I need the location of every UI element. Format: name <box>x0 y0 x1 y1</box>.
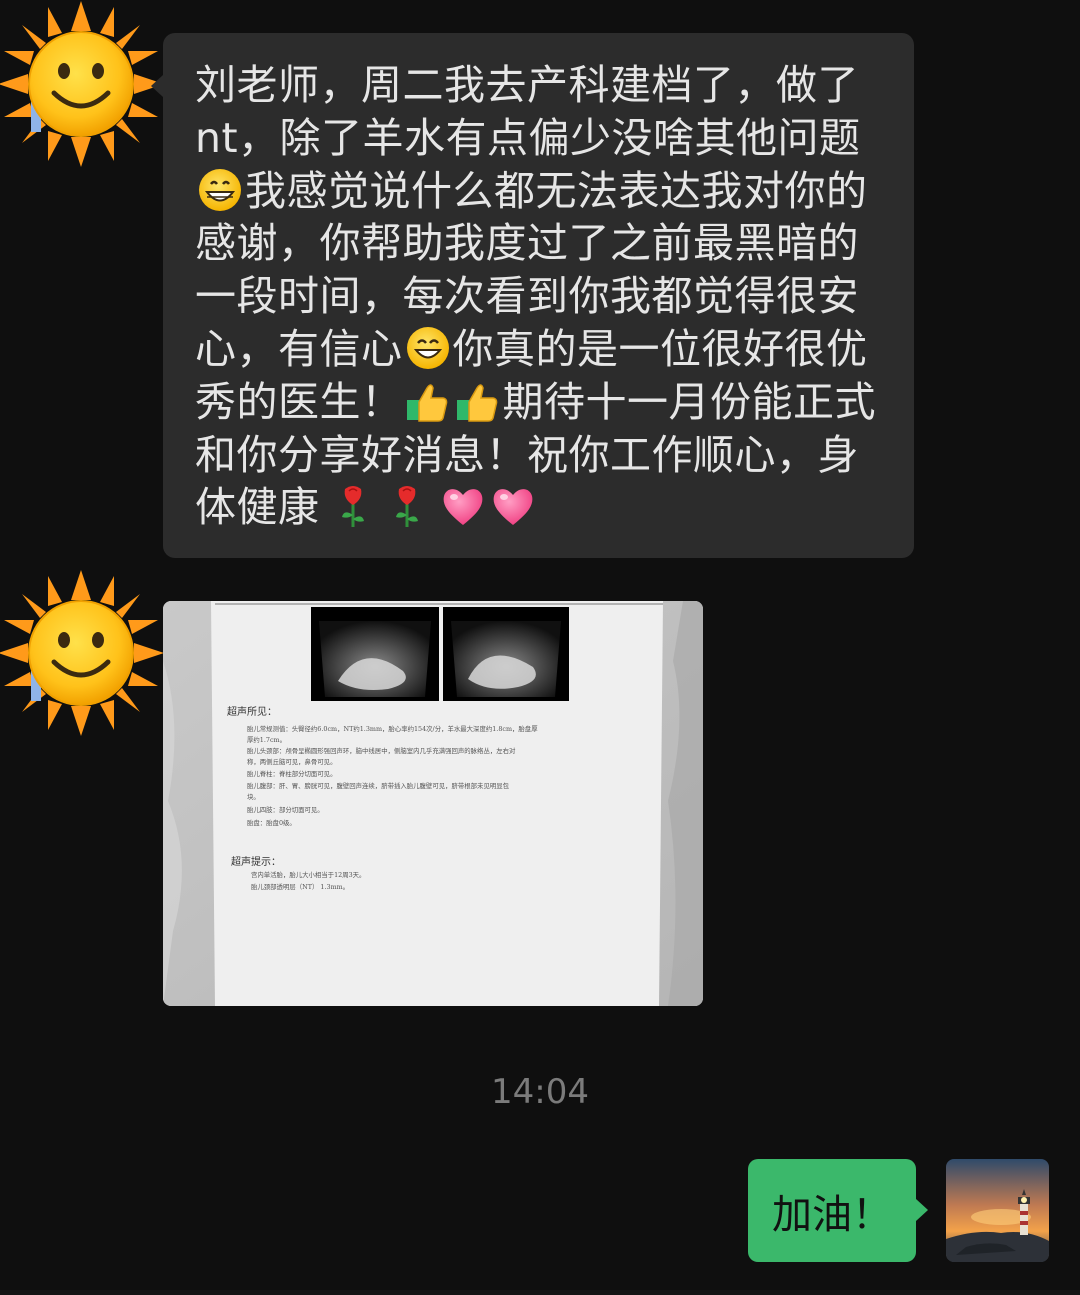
thumbs-up-icon <box>456 384 497 422</box>
findings-line: 胎儿脊柱：脊柱部分切面可见。 <box>247 769 336 778</box>
findings-line: 胎儿常规测值：头臀径约6.0cm，NT约1.3mm，胎心率约154次/分，羊水最… <box>247 724 538 733</box>
grinning-face-icon <box>199 168 241 211</box>
findings-line: 胎儿腹部：肝、胃、膀胱可见，腹壁回声连续，脐带插入胎儿腹壁可见，脐带根部未见明显… <box>247 781 510 790</box>
findings-line: 块。 <box>247 792 260 801</box>
ultrasound-report-photo: 超声所见： 胎儿常规测值：头臀径约6.0cm，NT约1.3mm，胎心率约154次… <box>163 601 703 1006</box>
smiling-face-icon <box>406 326 449 369</box>
findings-line: 称，两侧丘脑可见，鼻骨可见。 <box>247 757 336 766</box>
hints-line: 宫内单活胎，胎儿大小相当于12周3天。 <box>251 870 365 879</box>
bottom-divider <box>0 1290 1080 1295</box>
incoming-image-message[interactable]: 超声所见： 胎儿常规测值：头臀径约6.0cm，NT约1.3mm，胎心率约154次… <box>163 601 703 1006</box>
outgoing-message-text: 加油！ <box>772 1191 892 1238</box>
findings-line: 胎儿四肢：部分切面可见。 <box>247 805 324 814</box>
heart-icon <box>443 489 482 526</box>
sun-smiley-icon <box>0 1 164 167</box>
lighthouse-sunset-icon <box>946 1159 1049 1262</box>
findings-title: 超声所见： <box>227 705 277 718</box>
incoming-text-bubble[interactable]: 刘老师，周二我去产科建档了，做了nt，除了羊水有点偏少没啥其他问题我感觉说什么都… <box>151 33 914 558</box>
hints-title: 超声提示： <box>231 855 281 868</box>
findings-line: 胎盘：胎盘0级。 <box>247 818 296 827</box>
hints-line: 胎儿颈部透明层（NT） 1.3mm。 <box>251 882 349 891</box>
thumbs-up-icon <box>406 384 447 422</box>
sender-avatar[interactable] <box>0 1 164 167</box>
rose-icon <box>395 486 418 528</box>
outgoing-text-bubble[interactable]: 加油！ <box>748 1159 928 1262</box>
heart-icon <box>493 489 532 526</box>
sun-smiley-icon <box>0 570 164 736</box>
rose-icon <box>341 486 364 528</box>
findings-line: 胎儿头颈部：颅骨呈椭圆形强回声环，脑中线居中，侧脑室内几乎充满强回声的脉络丛，左… <box>247 746 516 755</box>
timestamp: 14:04 <box>491 1072 589 1112</box>
findings-line: 厚约1.7cm。 <box>247 735 286 744</box>
sender-avatar[interactable] <box>0 570 164 736</box>
message-segment: 刘老师，周二我去产科建档了，做了nt，除了羊水有点偏少没啥其他问题 <box>195 61 861 162</box>
incoming-message-text: 刘老师，周二我去产科建档了，做了nt，除了羊水有点偏少没啥其他问题我感觉说什么都… <box>195 59 880 534</box>
self-avatar[interactable] <box>946 1159 1049 1262</box>
